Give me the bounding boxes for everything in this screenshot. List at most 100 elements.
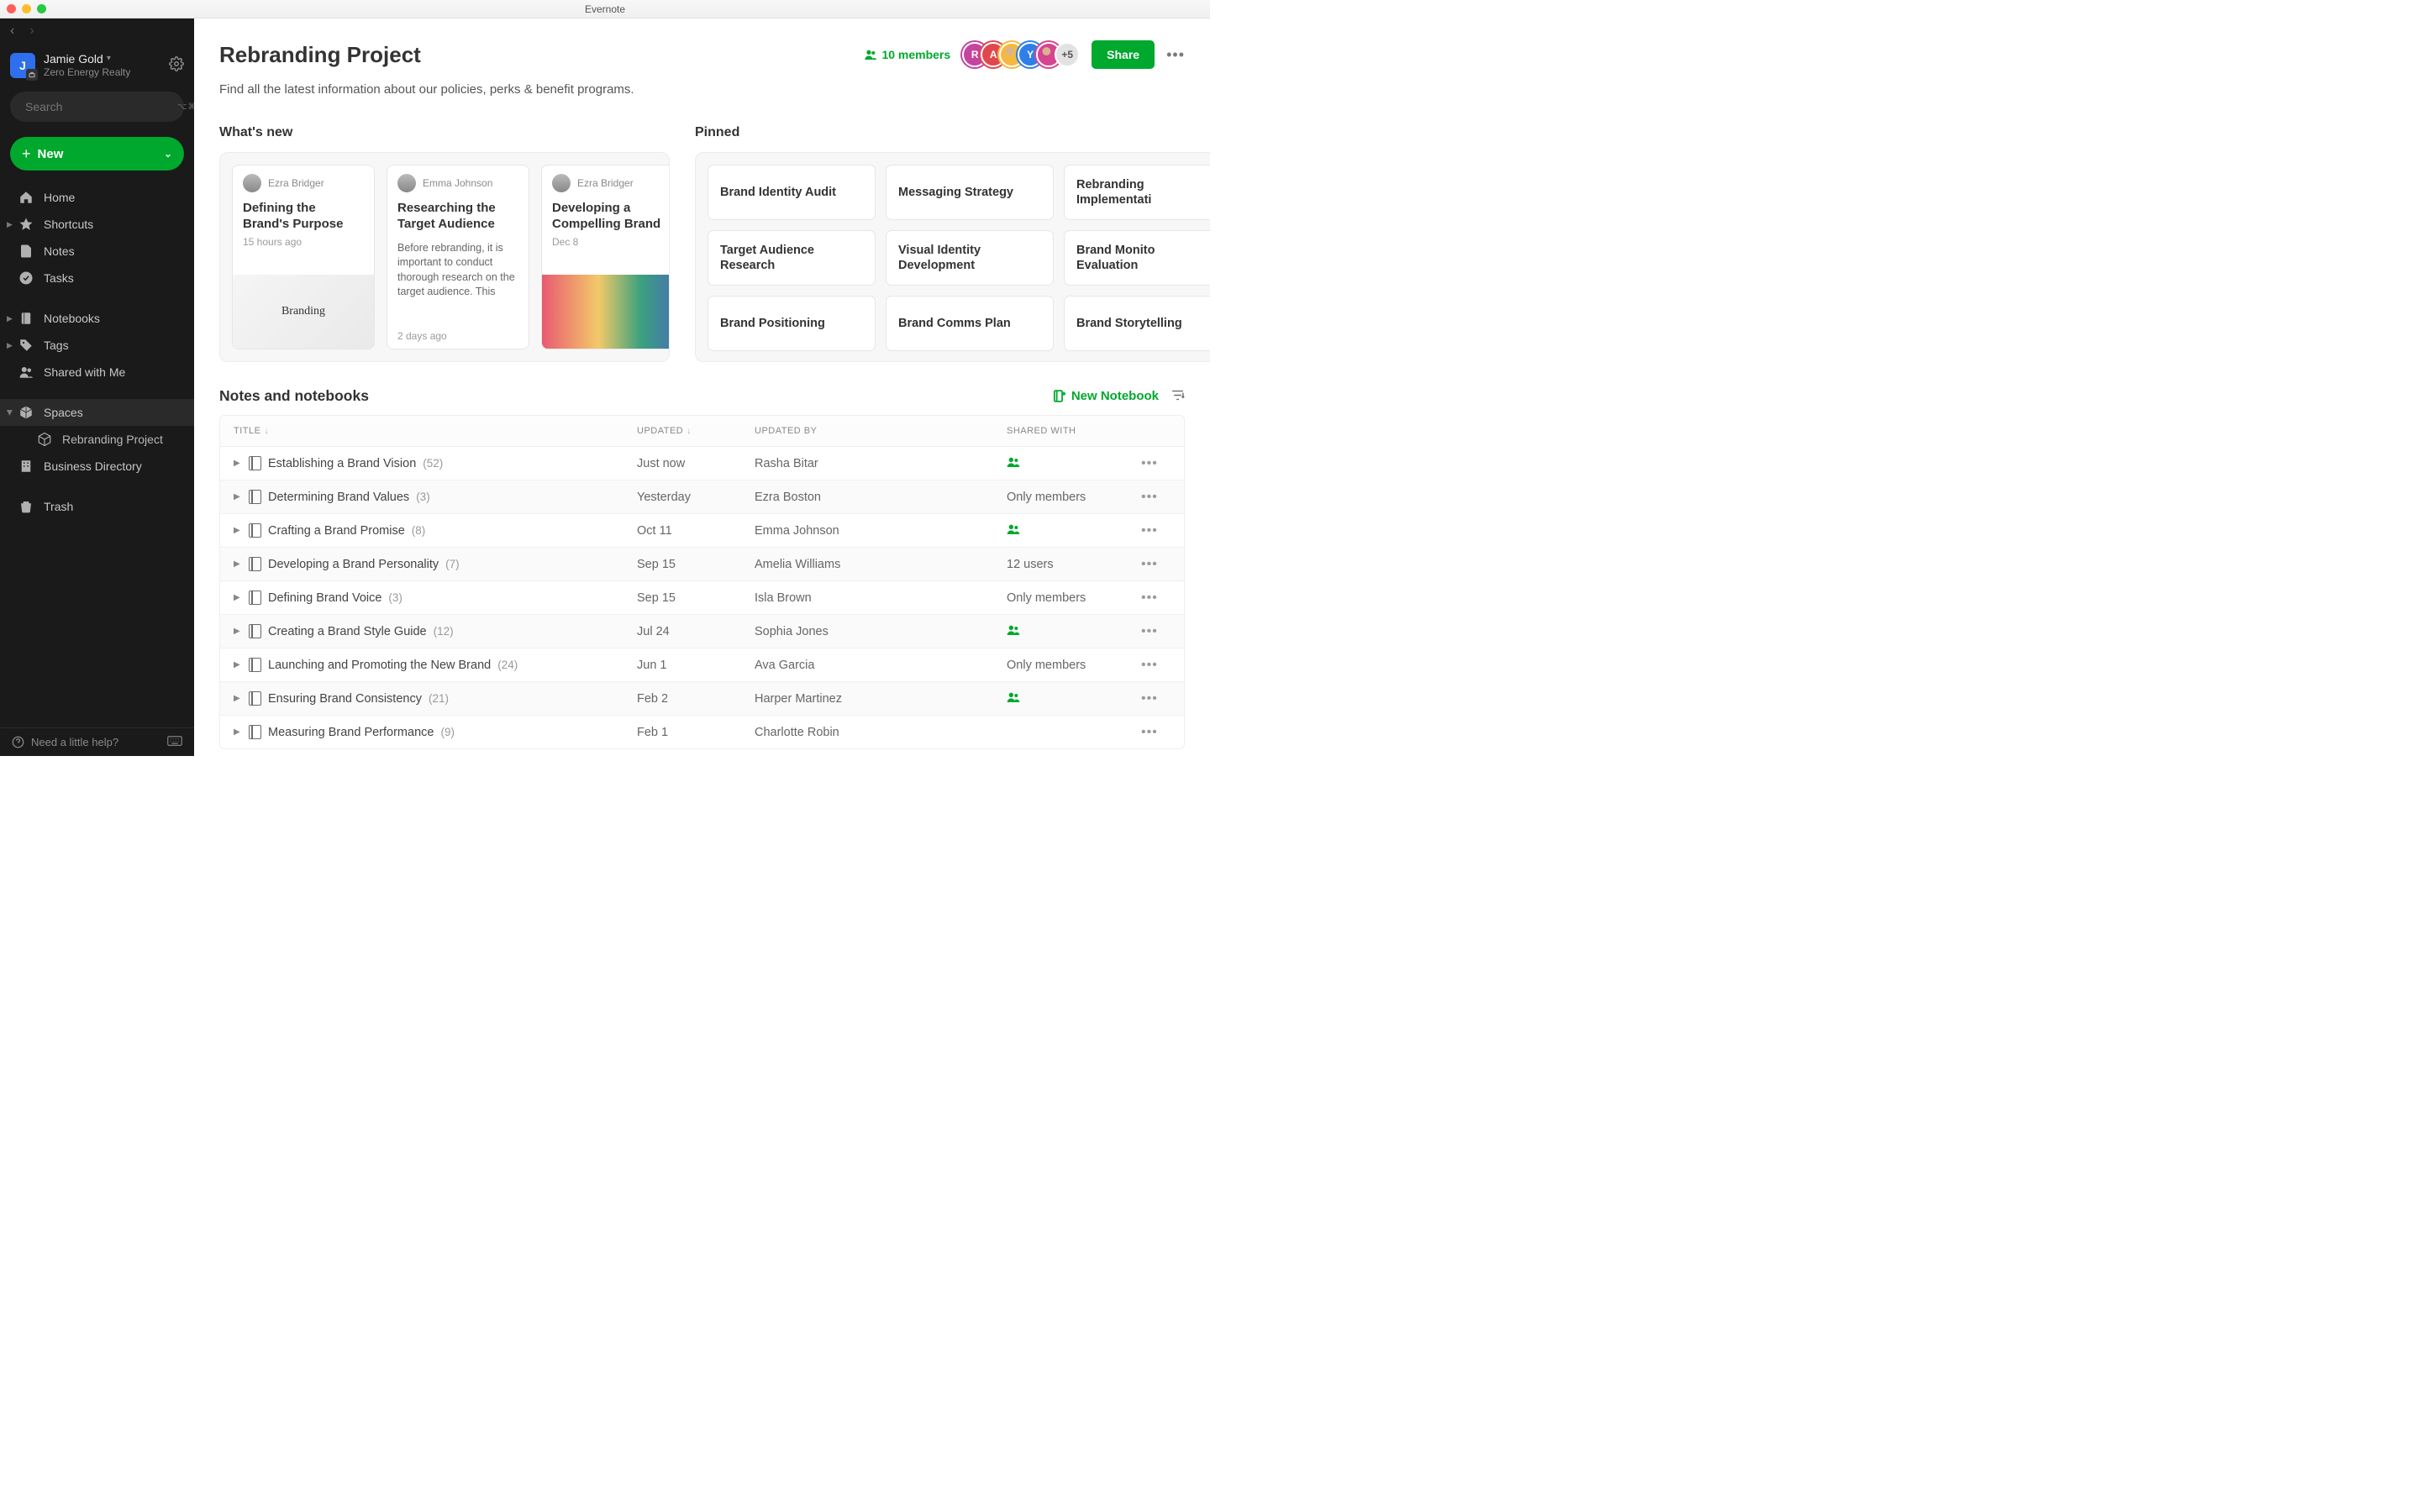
sidebar-item-notes[interactable]: Notes — [0, 238, 194, 265]
new-button[interactable]: + New ⌄ — [10, 137, 184, 171]
sidebar-item-label: Trash — [44, 500, 73, 513]
sidebar-item-spaces[interactable]: ▶ Spaces — [0, 399, 194, 426]
expand-tri-icon[interactable]: ▶ — [234, 559, 242, 569]
table-row[interactable]: ▶Measuring Brand Performance (9)Feb 1Cha… — [220, 715, 1184, 748]
account-switcher[interactable]: J Jamie Gold▾ Zero Energy Realty — [0, 44, 194, 87]
pinned-card[interactable]: Brand Comms Plan — [886, 296, 1054, 351]
member-avatars[interactable]: RAY+5 — [962, 42, 1080, 67]
more-menu-icon[interactable]: ••• — [1166, 46, 1185, 64]
table-row[interactable]: ▶Developing a Brand Personality (7)Sep 1… — [220, 547, 1184, 580]
pinned-card-title: Messaging Strategy — [898, 185, 1013, 200]
expand-tri-icon[interactable]: ▶ — [234, 526, 242, 535]
sidebar-item-trash[interactable]: Trash — [0, 493, 194, 520]
cube-outline-icon — [37, 432, 52, 447]
sidebar-item-business-directory[interactable]: Business Directory — [0, 453, 194, 480]
minimize-window-icon[interactable] — [22, 4, 31, 13]
expand-tri-icon[interactable]: ▶ — [7, 314, 13, 323]
sidebar-item-shortcuts[interactable]: ▶ Shortcuts — [0, 211, 194, 238]
whats-new-card[interactable]: Emma JohnsonResearching the Target Audie… — [387, 165, 529, 349]
table-row[interactable]: ▶Defining Brand Voice (3)Sep 15Isla Brow… — [220, 580, 1184, 614]
trash-icon — [18, 499, 34, 514]
nav-forward-icon[interactable]: › — [29, 24, 34, 39]
member-avatar-more[interactable]: +5 — [1055, 42, 1080, 67]
row-more-icon[interactable]: ••• — [1141, 523, 1175, 538]
pinned-card[interactable]: Brand Storytelling — [1064, 296, 1210, 351]
expand-tri-icon[interactable]: ▶ — [234, 459, 242, 468]
expand-tri-icon[interactable]: ▶ — [234, 694, 242, 703]
sidebar-item-label: Shortcuts — [44, 218, 93, 231]
pinned-card[interactable]: Visual Identity Development — [886, 230, 1054, 286]
col-updated-by[interactable]: UPDATED BY — [755, 426, 1007, 436]
row-updated-by: Rasha Bitar — [755, 457, 1007, 470]
help-label: Need a little help? — [31, 736, 118, 748]
sidebar-item-notebooks[interactable]: ▶ Notebooks — [0, 305, 194, 332]
expand-tri-icon[interactable]: ▶ — [234, 660, 242, 669]
whats-new-card[interactable]: Ezra BridgerDefining the Brand's Purpose… — [232, 165, 375, 349]
whats-new-card[interactable]: Ezra BridgerDeveloping a Compelling Bran… — [541, 165, 670, 349]
expand-tri-icon[interactable]: ▶ — [7, 341, 13, 350]
row-more-icon[interactable]: ••• — [1141, 624, 1175, 639]
table-row[interactable]: ▶Launching and Promoting the New Brand (… — [220, 648, 1184, 681]
expand-tri-icon[interactable]: ▶ — [234, 727, 242, 737]
nav-back-icon[interactable]: ‹ — [10, 24, 14, 39]
row-more-icon[interactable]: ••• — [1141, 557, 1175, 572]
expand-tri-icon[interactable]: ▶ — [7, 220, 13, 229]
card-meta: 15 hours ago — [233, 236, 374, 255]
expand-tri-icon[interactable]: ▶ — [5, 410, 14, 416]
sidebar-help[interactable]: Need a little help? — [0, 727, 194, 756]
sidebar-item-shared[interactable]: Shared with Me — [0, 359, 194, 386]
table-row[interactable]: ▶Crafting a Brand Promise (8)Oct 11Emma … — [220, 513, 1184, 547]
pinned-box: Brand Identity Audit Messaging Strategy Re… — [695, 152, 1210, 362]
check-circle-icon — [18, 270, 34, 286]
new-notebook-button[interactable]: New Notebook — [1052, 389, 1159, 403]
sidebar-item-home[interactable]: Home — [0, 184, 194, 211]
chevron-down-icon[interactable]: ⌄ — [164, 148, 172, 160]
keyboard-icon[interactable] — [167, 736, 182, 748]
table-row[interactable]: ▶Establishing a Brand Vision (52)Just no… — [220, 446, 1184, 480]
pinned-card[interactable]: Brand Monito Evaluation — [1064, 230, 1210, 286]
share-button[interactable]: Share — [1092, 40, 1155, 69]
notebook-icon — [249, 691, 261, 706]
card-author: Emma Johnson — [423, 177, 492, 189]
expand-tri-icon[interactable]: ▶ — [234, 492, 242, 501]
maximize-window-icon[interactable] — [37, 4, 46, 13]
people-icon — [18, 365, 34, 380]
row-more-icon[interactable]: ••• — [1141, 490, 1175, 505]
shared-text: Only members — [1007, 659, 1086, 672]
table-row[interactable]: ▶Ensuring Brand Consistency (21)Feb 2Har… — [220, 681, 1184, 715]
pinned-card-title: Brand Identity Audit — [720, 185, 836, 200]
whats-new-title: What's new — [219, 125, 670, 140]
gear-icon[interactable] — [169, 56, 184, 74]
table-row[interactable]: ▶Determining Brand Values (3)YesterdayEz… — [220, 480, 1184, 513]
row-more-icon[interactable]: ••• — [1141, 658, 1175, 673]
row-title: Developing a Brand Personality — [268, 558, 439, 571]
sidebar-item-rebranding-project[interactable]: Rebranding Project — [0, 426, 194, 453]
expand-tri-icon[interactable]: ▶ — [234, 627, 242, 636]
search-field[interactable] — [25, 100, 177, 113]
expand-tri-icon[interactable]: ▶ — [234, 593, 242, 602]
pinned-card[interactable]: Brand Identity Audit — [708, 165, 876, 220]
members-count[interactable]: 10 members — [864, 48, 950, 61]
close-window-icon[interactable] — [7, 4, 16, 13]
sidebar-item-tasks[interactable]: Tasks — [0, 265, 194, 291]
row-updated: Jul 24 — [637, 625, 755, 638]
sort-icon[interactable] — [1171, 388, 1185, 405]
col-updated[interactable]: UPDATED↓ — [637, 426, 755, 436]
row-more-icon[interactable]: ••• — [1141, 456, 1175, 471]
table-row[interactable]: ▶Creating a Brand Style Guide (12)Jul 24… — [220, 614, 1184, 648]
search-input[interactable]: ⌥⌘F — [10, 92, 184, 122]
briefcase-icon — [26, 69, 38, 81]
sidebar-item-tags[interactable]: ▶ Tags — [0, 332, 194, 359]
row-more-icon[interactable]: ••• — [1141, 591, 1175, 606]
row-title: Ensuring Brand Consistency — [268, 692, 422, 706]
col-title[interactable]: TITLE↓ — [234, 426, 637, 436]
sidebar-item-label: Tags — [44, 339, 69, 352]
row-more-icon[interactable]: ••• — [1141, 725, 1175, 740]
pinned-card[interactable]: Brand Positioning — [708, 296, 876, 351]
pinned-card[interactable]: Rebranding Implementati — [1064, 165, 1210, 220]
col-shared[interactable]: SHARED WITH — [1007, 426, 1141, 436]
notebook-icon — [249, 456, 261, 470]
pinned-card[interactable]: Target Audience Research — [708, 230, 876, 286]
pinned-card[interactable]: Messaging Strategy — [886, 165, 1054, 220]
row-more-icon[interactable]: ••• — [1141, 691, 1175, 706]
